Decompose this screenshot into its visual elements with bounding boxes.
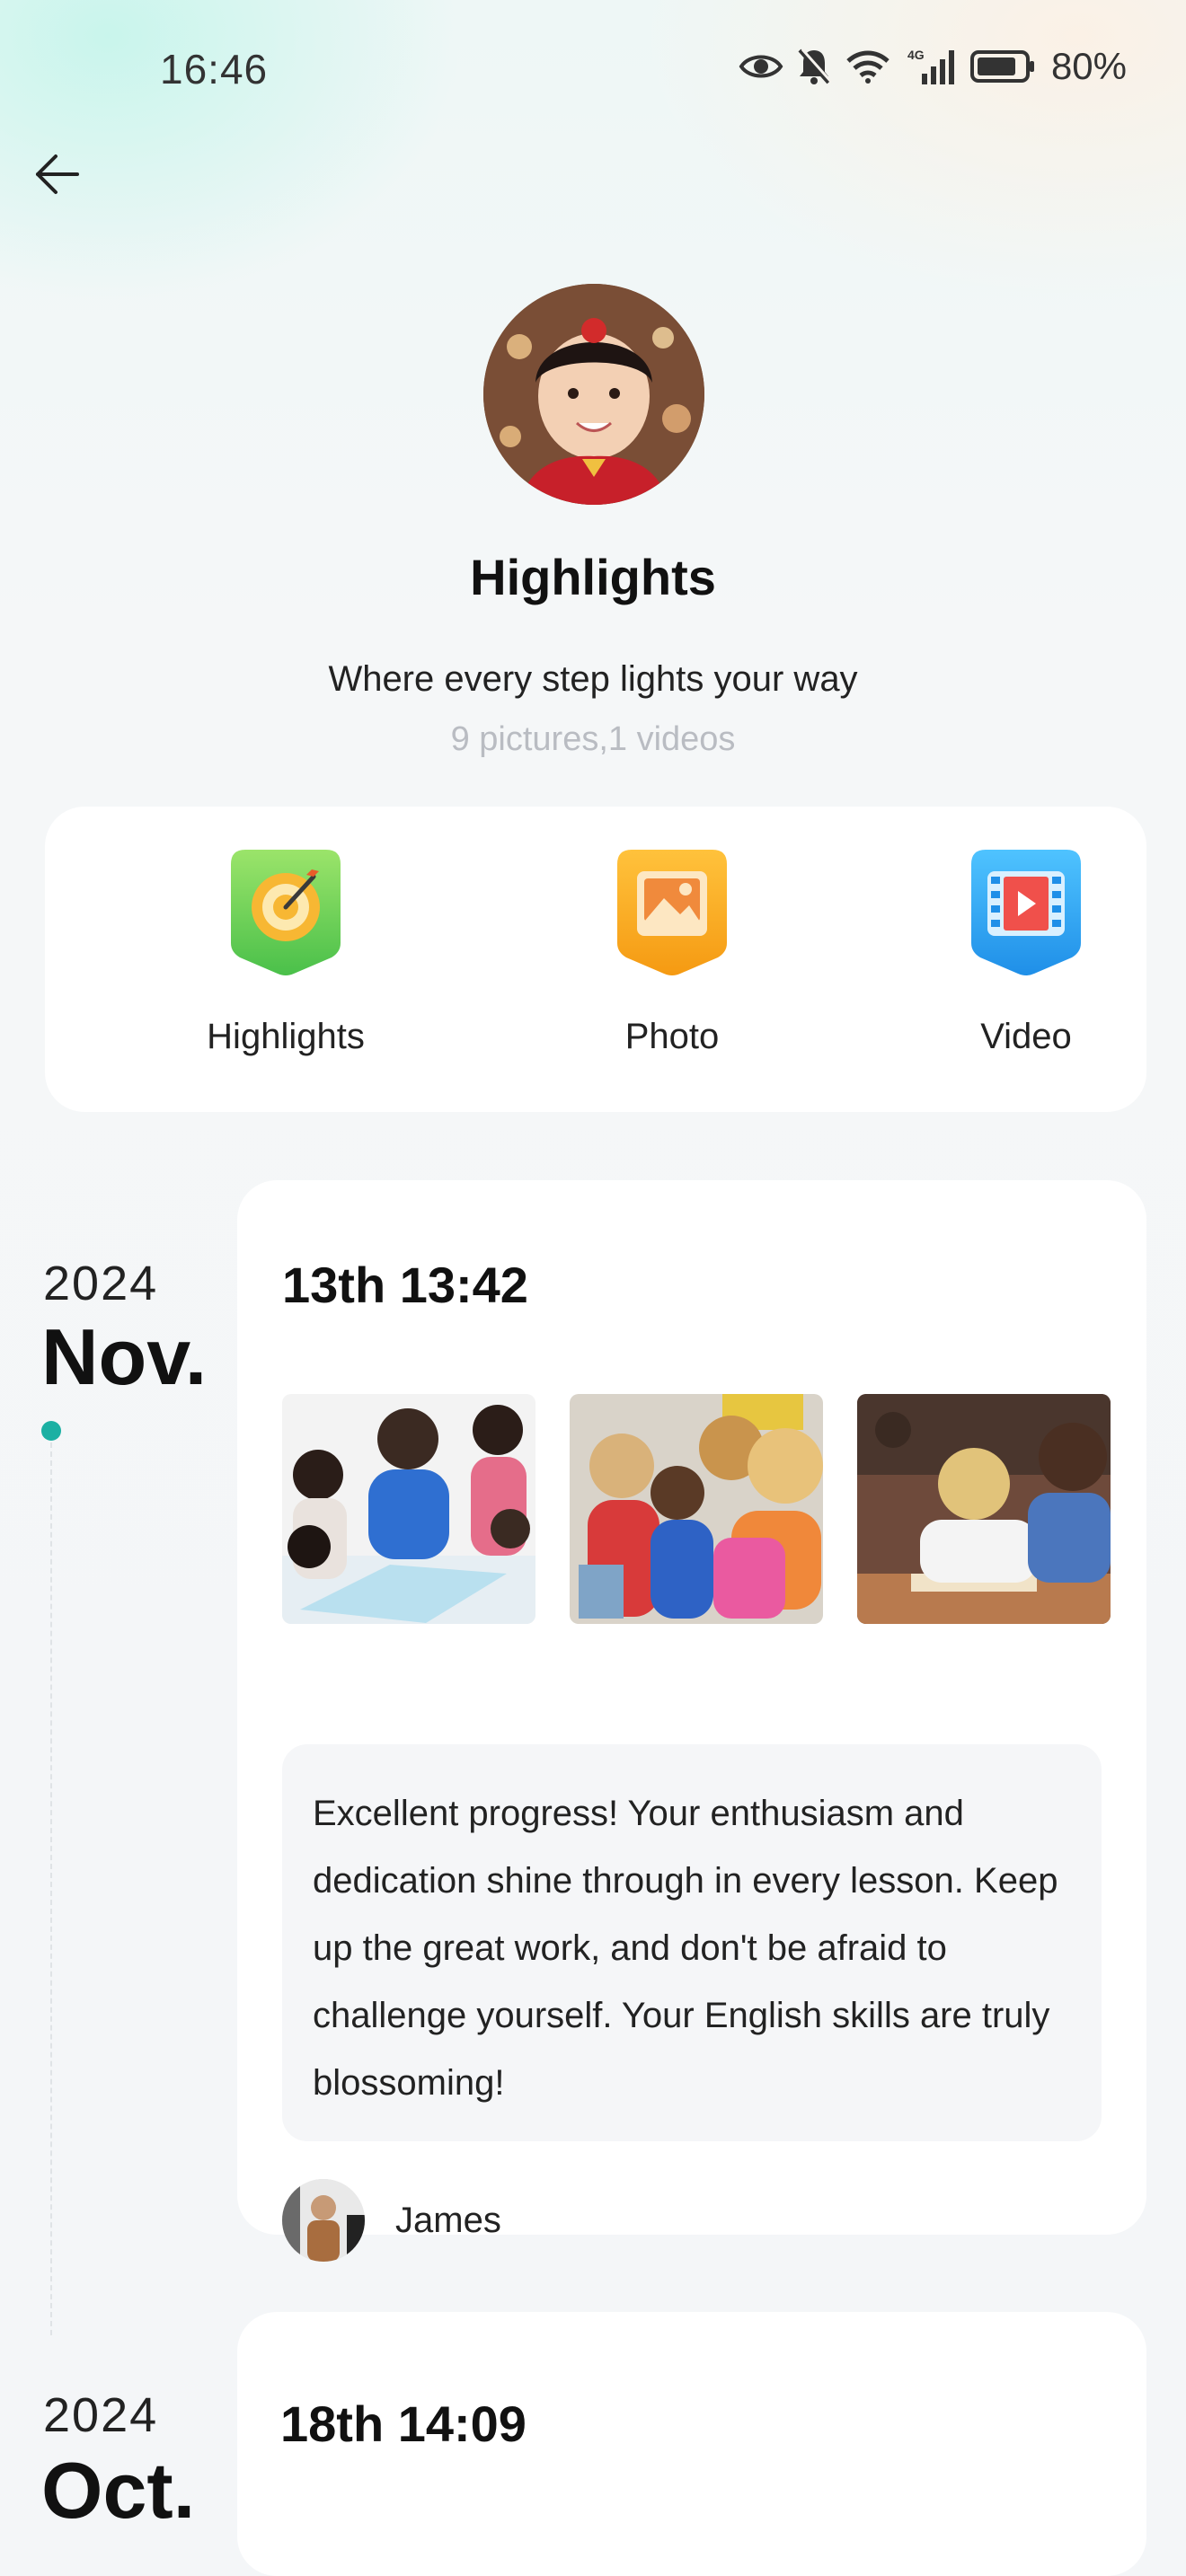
entry-datetime: 18th 14:09 xyxy=(280,2395,527,2452)
student-photo xyxy=(483,284,704,505)
photo-icon xyxy=(617,850,727,975)
timeline-dot xyxy=(41,1421,61,1441)
battery-percent: 80% xyxy=(1050,45,1127,87)
timeline-entry-card[interactable]: 13th 13:42 Excellent progress! Your enth… xyxy=(237,1180,1146,2262)
page-title: Highlights xyxy=(470,549,716,605)
page-subtitle: Where every step lights your way xyxy=(328,659,858,699)
target-icon xyxy=(231,850,341,975)
entry-photo[interactable] xyxy=(570,1394,823,1624)
media-count: 9 pictures,1 videos xyxy=(450,720,736,758)
status-bar: 16:46 4G 80% xyxy=(0,36,1186,108)
timeline-month: Oct. xyxy=(41,2446,196,2535)
category-card: Highlights Photo Video xyxy=(45,807,1146,1112)
teacher-comment: Excellent progress! Your enthusiasm and … xyxy=(282,1744,1102,2141)
category-video[interactable]: Video xyxy=(891,850,1161,1057)
category-label: Photo xyxy=(624,1017,720,1056)
timeline-year: 2024 xyxy=(43,1257,159,1310)
teacher-avatar[interactable] xyxy=(282,2179,365,2262)
status-time: 16:46 xyxy=(160,46,269,93)
classroom-photo xyxy=(282,1394,535,1624)
timeline-month: Nov. xyxy=(41,1312,208,1401)
mute-bell-icon xyxy=(798,49,832,84)
teacher-photo xyxy=(282,2179,365,2262)
classroom-photo xyxy=(857,1394,1111,1624)
back-arrow-icon xyxy=(36,154,79,194)
timeline-entry-card[interactable]: 18th 14:09 xyxy=(237,2312,1146,2576)
student-avatar xyxy=(483,284,704,505)
entry-photo[interactable] xyxy=(857,1394,1111,1624)
battery-icon xyxy=(969,50,1034,83)
classroom-photo xyxy=(570,1394,823,1624)
signal-icon: 4G xyxy=(907,48,954,84)
video-icon xyxy=(971,850,1081,975)
teacher-name: James xyxy=(395,2201,501,2240)
entry-photo[interactable] xyxy=(282,1394,535,1624)
wifi-icon xyxy=(846,50,890,84)
category-photo[interactable]: Photo xyxy=(537,850,807,1057)
timeline-year: 2024 xyxy=(43,2388,159,2442)
category-highlights[interactable]: Highlights xyxy=(151,850,420,1057)
comment-text: Excellent progress! Your enthusiasm and … xyxy=(313,1794,1058,2103)
back-button[interactable] xyxy=(32,149,83,199)
category-label: Video xyxy=(980,1017,1072,1056)
status-icons: 4G 80% xyxy=(739,45,1127,88)
category-label: Highlights xyxy=(207,1017,365,1056)
entry-datetime: 13th 13:42 xyxy=(282,1257,528,1313)
eye-icon xyxy=(739,55,783,78)
network-type-label: 4G xyxy=(907,48,925,62)
timeline-line xyxy=(50,1442,52,2335)
